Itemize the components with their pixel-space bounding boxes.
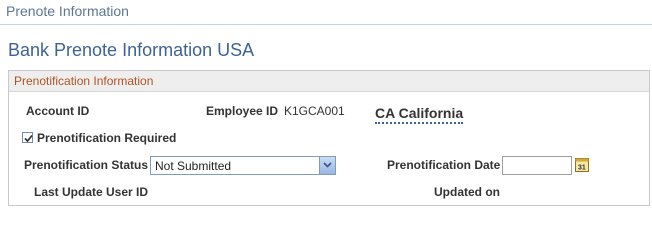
calendar-icon[interactable]: 31 (575, 157, 589, 172)
employee-id-value: K1GCA001 (284, 104, 345, 118)
employee-id-label: Employee ID (206, 104, 279, 118)
prenotification-status-select[interactable]: Not Submitted (150, 156, 336, 175)
account-id-label: Account ID (26, 104, 90, 118)
select-dropdown-button[interactable] (319, 157, 335, 174)
group-box-title: Prenotification Information (14, 74, 154, 88)
state-link[interactable]: CA California (375, 105, 464, 124)
check-icon (24, 134, 33, 143)
page-header: Prenote Information (0, 0, 652, 25)
prenotification-status-label: Prenotification Status (24, 158, 149, 172)
last-update-user-label: Last Update User ID (34, 185, 149, 199)
prenotification-status-value: Not Submitted (155, 159, 232, 173)
prenotification-date-input[interactable] (502, 156, 572, 175)
svg-text:31: 31 (578, 165, 586, 172)
page-header-title: Prenote Information (6, 3, 129, 19)
chevron-down-icon (323, 162, 332, 168)
prenotification-date-label: Prenotification Date (387, 158, 501, 172)
group-box-header: Prenotification Information (9, 71, 649, 92)
updated-on-label: Updated on (434, 185, 500, 199)
prenotification-required-checkbox[interactable] (22, 132, 33, 143)
prenotification-required-label: Prenotification Required (37, 131, 177, 145)
page-title: Bank Prenote Information USA (8, 40, 255, 60)
